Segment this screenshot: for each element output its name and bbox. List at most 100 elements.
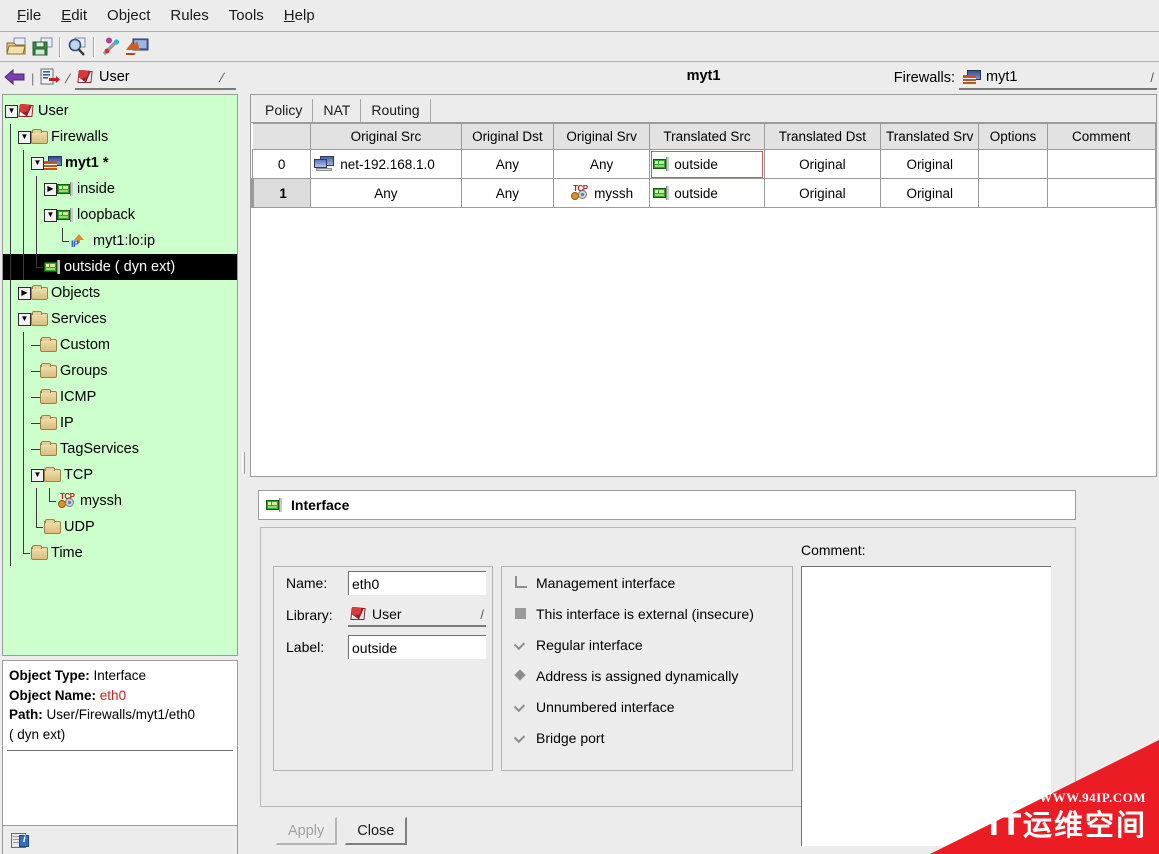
expander-icon[interactable]: ▼ — [31, 468, 44, 482]
tree-item-services[interactable]: ▼ Services — [3, 306, 237, 332]
tree-item-time[interactable]: Time — [3, 540, 237, 566]
option-unnumbered-interface[interactable]: Unnumbered interface — [502, 691, 792, 722]
expander-icon[interactable]: ▼ — [44, 208, 57, 222]
tree-item-custom[interactable]: Custom — [3, 332, 237, 358]
radio-unselected-icon[interactable] — [514, 700, 527, 713]
chevron-down-icon[interactable]: / — [480, 607, 484, 622]
tree-item-user[interactable]: ▼ User — [3, 98, 237, 124]
expander-icon[interactable]: ▶ — [44, 182, 57, 196]
info-page-icon[interactable] — [11, 832, 29, 849]
label-input[interactable] — [348, 635, 486, 659]
radio-unselected-icon[interactable] — [514, 638, 527, 651]
policy-wand-icon[interactable] — [98, 35, 124, 59]
cell-translated-src[interactable]: outside — [649, 178, 765, 208]
tree-item-ip[interactable]: IP — [3, 410, 237, 436]
pane-splitter[interactable] — [240, 62, 248, 854]
cell-comment[interactable] — [1046, 178, 1157, 208]
library-select[interactable]: User / — [348, 603, 486, 627]
menu-object[interactable]: Object — [98, 3, 159, 28]
option-regular-interface[interactable]: Regular interface — [502, 629, 792, 660]
cell-original-dst[interactable]: Any — [460, 149, 554, 179]
cell-original-srv[interactable]: Any — [552, 149, 651, 179]
menu-tools[interactable]: Tools — [220, 3, 273, 28]
col-translated-dst[interactable]: Translated Dst — [763, 123, 882, 150]
tree-item-groups[interactable]: Groups — [3, 358, 237, 384]
tab-routing[interactable]: Routing — [361, 99, 431, 122]
cell-translated-src[interactable]: outside — [649, 149, 765, 179]
firewall-selector[interactable]: myt1 / — [959, 66, 1157, 90]
tree-item-udp[interactable]: UDP — [3, 514, 237, 540]
name-input[interactable] — [348, 571, 486, 595]
radio-unselected-icon[interactable] — [514, 731, 527, 744]
expander-icon[interactable]: ▼ — [18, 312, 31, 326]
col-original-srv[interactable]: Original Srv — [552, 123, 651, 150]
table-row[interactable]: 1 Any Any TCP myssh outside Original Ori… — [250, 178, 1157, 208]
expander-icon[interactable]: ▶ — [18, 286, 31, 300]
tree-item-icmp[interactable]: ICMP — [3, 384, 237, 410]
comment-textarea[interactable] — [801, 566, 1051, 846]
rules-panel: Policy NAT Routing Original Src Original… — [250, 94, 1157, 477]
apply-button[interactable]: Apply — [276, 817, 338, 845]
expander-icon[interactable]: ▼ — [5, 104, 18, 118]
table-row[interactable]: 0 net-192.168.1.0 Any Any outside Origin… — [251, 149, 1157, 179]
new-object-icon[interactable] — [39, 68, 61, 89]
tree-item-outside[interactable]: outside ( dyn ext) — [3, 254, 237, 280]
tree-item-objects[interactable]: ▶ Objects — [3, 280, 237, 306]
tree-item-firewalls[interactable]: ▼ Firewalls — [3, 124, 237, 150]
cell-original-dst[interactable]: Any — [460, 178, 554, 208]
tree-item-tcp[interactable]: ▼ TCP — [3, 462, 237, 488]
checkbox-checked-icon[interactable] — [514, 607, 527, 620]
find-magnifier-icon[interactable] — [64, 35, 90, 59]
tree-item-inside[interactable]: ▶ inside — [3, 176, 237, 202]
tree-item-loopback[interactable]: ▼ loopback — [3, 202, 237, 228]
col-options[interactable]: Options — [978, 123, 1048, 150]
tab-policy[interactable]: Policy — [255, 99, 314, 122]
install-icon[interactable] — [124, 35, 150, 59]
cell-comment[interactable] — [1046, 149, 1157, 179]
rule-number[interactable]: 0 — [251, 149, 312, 179]
close-button[interactable]: Close — [345, 817, 408, 845]
tree-item-myssh[interactable]: TCP myssh — [3, 488, 237, 514]
col-translated-srv[interactable]: Translated Srv — [880, 123, 980, 150]
col-comment[interactable]: Comment — [1046, 123, 1157, 150]
col-original-dst[interactable]: Original Dst — [460, 123, 554, 150]
checkbox-unchecked-icon[interactable] — [514, 576, 527, 589]
cell-translated-dst[interactable]: Original — [763, 149, 882, 179]
radio-selected-icon[interactable] — [514, 669, 527, 682]
menu-help[interactable]: Help — [275, 3, 324, 28]
cell-options[interactable] — [978, 178, 1048, 208]
menu-file[interactable]: File — [8, 3, 50, 28]
back-arrow-icon[interactable] — [4, 68, 26, 89]
cell-original-src[interactable]: Any — [310, 178, 462, 208]
tab-nat[interactable]: NAT — [313, 99, 362, 122]
chevron-down-icon[interactable]: / — [1150, 70, 1154, 85]
menu-edit[interactable]: Edit — [52, 3, 96, 28]
col-rownum[interactable] — [252, 123, 312, 150]
open-folder-icon[interactable] — [4, 35, 30, 59]
rule-number[interactable]: 1 — [250, 178, 312, 208]
option-external-interface[interactable]: This interface is external (insecure) — [502, 598, 792, 629]
cell-original-src[interactable]: net-192.168.1.0 — [310, 149, 462, 179]
folder-icon — [40, 362, 57, 378]
cell-translated-srv[interactable]: Original — [880, 178, 980, 208]
col-original-src[interactable]: Original Src — [310, 123, 462, 150]
expander-icon[interactable]: ▼ — [31, 156, 44, 170]
tree-item-myt1-lo-ip[interactable]: IP myt1:lo:ip — [3, 228, 237, 254]
option-management-interface[interactable]: Management interface — [502, 567, 792, 598]
object-tree[interactable]: ▼ User ▼ Firewalls ▼ myt1 * ▶ inside ▼ l… — [2, 94, 238, 656]
tree-item-tagservices[interactable]: TagServices — [3, 436, 237, 462]
cell-options[interactable] — [978, 149, 1048, 179]
chevron-down-icon[interactable]: / — [218, 69, 234, 85]
cell-translated-srv[interactable]: Original — [880, 149, 980, 179]
save-floppy-icon[interactable] — [30, 35, 56, 59]
cell-original-srv[interactable]: TCP myssh — [552, 178, 651, 208]
option-address-dynamic[interactable]: Address is assigned dynamically — [502, 660, 792, 691]
expander-icon[interactable]: ▼ — [18, 130, 31, 144]
tree-item-myt1[interactable]: ▼ myt1 * — [3, 150, 237, 176]
library-selector[interactable]: User / — [75, 66, 236, 90]
col-translated-src[interactable]: Translated Src — [649, 123, 765, 150]
menu-rules[interactable]: Rules — [161, 3, 217, 28]
option-bridge-port[interactable]: Bridge port — [502, 722, 792, 753]
option-label: This interface is external (insecure) — [536, 605, 754, 622]
cell-translated-dst[interactable]: Original — [763, 178, 882, 208]
